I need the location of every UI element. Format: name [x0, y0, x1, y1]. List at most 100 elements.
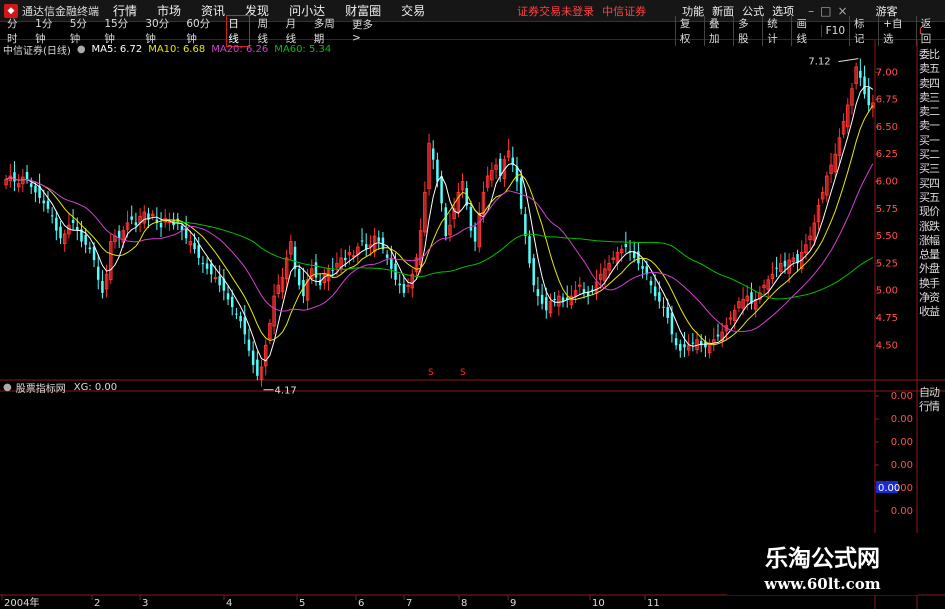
- maximize-icon[interactable]: □: [820, 4, 831, 18]
- quote-item-7[interactable]: 买二: [919, 148, 945, 162]
- candle-body-down: [59, 226, 62, 239]
- candle-body-down: [653, 286, 657, 297]
- time-tick-label: 2004年: [4, 596, 39, 609]
- candle-body-down: [46, 200, 50, 209]
- quote-item-13[interactable]: 涨幅: [919, 234, 945, 248]
- close-icon[interactable]: ×: [837, 4, 847, 18]
- candle-body-up: [351, 255, 356, 258]
- candle-body-down: [498, 158, 502, 177]
- quote-item-17[interactable]: 净资: [919, 291, 945, 305]
- price-tick-label: 5.75: [876, 204, 898, 215]
- kline-chart[interactable]: 4.50 4.75 5.00 5.25 5.50 5.75 6.00 6.25 6.50 6.75…: [0, 40, 945, 609]
- quote-label[interactable]: 行情: [919, 400, 945, 414]
- quote-item-3[interactable]: 卖三: [919, 91, 945, 105]
- candle-body-down: [210, 263, 213, 275]
- time-tick-label: 3: [142, 598, 148, 609]
- time-tick-label: 11: [647, 598, 660, 609]
- candle-group: [4, 58, 875, 387]
- auto-quote-panel[interactable]: 自动 行情: [919, 386, 945, 415]
- candle-body-down: [243, 317, 247, 335]
- quote-item-10[interactable]: 买五: [919, 191, 945, 205]
- candle-body-down: [251, 350, 255, 365]
- candle-body-down: [679, 343, 682, 351]
- indicator-title[interactable]: 股票指标网: [16, 380, 66, 395]
- quote-item-18[interactable]: 收益: [919, 305, 945, 319]
- candle-body-down: [130, 216, 133, 220]
- candle-body-down: [297, 268, 301, 286]
- candle-body-down: [783, 260, 787, 267]
- candle-body-down: [230, 296, 234, 308]
- current-value-label: 0.00: [878, 483, 900, 494]
- candle-body-down: [553, 298, 556, 300]
- chart-grid: [0, 40, 945, 609]
- candle-body-down: [658, 292, 661, 302]
- app-window: { "app": { "title": "通达信金融终端", "menus": …: [0, 0, 945, 609]
- menu-jiaoyi[interactable]: 交易: [401, 2, 425, 19]
- candle-body-down: [205, 263, 209, 269]
- watermark-title: 乐淘公式网: [765, 545, 880, 572]
- quote-item-1[interactable]: 卖五: [919, 62, 945, 76]
- candle-body-down: [55, 217, 58, 231]
- low-price-label: 4.17: [275, 386, 297, 397]
- price-tick-label: 6.25: [876, 149, 898, 160]
- quote-item-8[interactable]: 买三: [919, 162, 945, 176]
- candle-body-down: [863, 76, 866, 95]
- candle-body-down: [473, 226, 477, 242]
- btn-f10[interactable]: F10: [820, 24, 849, 37]
- candle-body-down: [117, 230, 121, 239]
- candle-body-down: [532, 258, 535, 286]
- quote-item-16[interactable]: 换手: [919, 277, 945, 291]
- auto-label[interactable]: 自动: [919, 386, 945, 400]
- signal-marker: S: [428, 368, 434, 378]
- right-panel-toggle[interactable]: L: [919, 27, 945, 38]
- panel-letter-l[interactable]: L: [919, 27, 945, 38]
- quote-item-12[interactable]: 涨跌: [919, 220, 945, 234]
- candle-body-down: [218, 276, 221, 286]
- candle-body-down: [29, 183, 33, 187]
- quote-item-11[interactable]: 现价: [919, 205, 945, 219]
- candle-body-down: [440, 176, 443, 204]
- candle-body-down: [649, 280, 653, 286]
- price-tick-label: 5.25: [876, 258, 898, 269]
- candle-body-down: [540, 294, 544, 304]
- quote-item-14[interactable]: 总量: [919, 248, 945, 262]
- time-tick-label: 4: [226, 598, 232, 609]
- price-tick-label: 6.75: [876, 95, 898, 106]
- candle-body-down: [402, 283, 406, 293]
- quote-item-0[interactable]: 委比: [919, 48, 945, 62]
- quote-item-2[interactable]: 卖四: [919, 77, 945, 91]
- candle-body-down: [624, 243, 628, 248]
- quote-item-6[interactable]: 买一: [919, 134, 945, 148]
- settings-circle-icon[interactable]: ●: [3, 382, 12, 393]
- signal-marker: S: [460, 368, 466, 378]
- candle-body-down: [235, 313, 238, 315]
- candle-body-down: [134, 222, 138, 226]
- login-warning-link[interactable]: 证券交易未登录: [517, 3, 594, 19]
- quote-item-9[interactable]: 买四: [919, 177, 945, 191]
- candle-body-down: [641, 266, 644, 269]
- broker-link[interactable]: 中信证券: [602, 3, 646, 19]
- price-axis: 4.50 4.75 5.00 5.25 5.50 5.75 6.00 6.25 6.50 6.75…: [875, 67, 898, 351]
- sub-axis: 0.000.000.000.000.000.000.00: [875, 391, 913, 517]
- quote-item-5[interactable]: 卖一: [919, 119, 945, 133]
- time-tick-label: 10: [592, 598, 605, 609]
- candle-body-down: [377, 237, 381, 242]
- candle-body-down: [670, 312, 674, 335]
- candle-body-down: [436, 159, 439, 182]
- sub-tick-label: 0.00: [891, 460, 913, 471]
- quote-item-15[interactable]: 外盘: [919, 262, 945, 276]
- candle-body-down: [314, 262, 318, 278]
- sub-tick-label: 0.00: [891, 506, 913, 517]
- candle-body-down: [683, 344, 686, 348]
- price-tick-label: 6.50: [876, 122, 898, 133]
- candle-body-down: [536, 289, 540, 297]
- candle-body-down: [545, 297, 548, 311]
- price-tick-label: 6.00: [876, 177, 898, 188]
- candle-body-down: [71, 219, 75, 224]
- time-tick-label: 8: [461, 598, 467, 609]
- high-price-label: 7.12: [808, 57, 830, 68]
- candle-body-down: [50, 215, 54, 217]
- candle-body-down: [193, 242, 196, 250]
- quote-item-4[interactable]: 卖二: [919, 105, 945, 119]
- annotations: 7.12 4.17 S S: [263, 57, 859, 397]
